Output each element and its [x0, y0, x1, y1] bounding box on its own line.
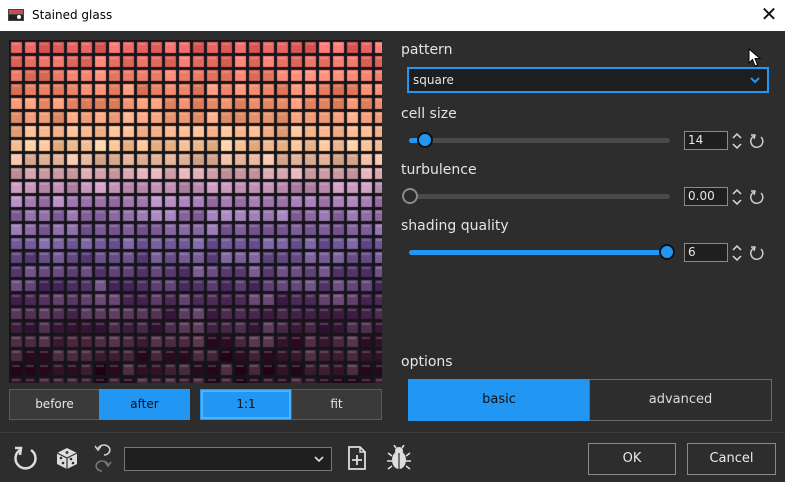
pattern-label: pattern	[401, 42, 453, 58]
shading-quality-label: shading quality	[401, 218, 509, 234]
ok-button[interactable]: OK	[588, 443, 676, 475]
cell-size-reset-icon[interactable]	[749, 133, 765, 149]
basic-tab[interactable]: basic	[408, 379, 590, 421]
turbulence-slider-thumb[interactable]	[402, 188, 418, 204]
undo-icon[interactable]	[94, 443, 112, 457]
cell-size-input[interactable]: 14	[684, 131, 728, 150]
turbulence-slider[interactable]	[402, 188, 670, 204]
zoom-fit-toggle[interactable]: fit	[291, 389, 382, 420]
shading-quality-stepper-icon[interactable]	[731, 243, 743, 263]
app-icon	[8, 9, 24, 21]
close-icon[interactable]: ✕	[755, 2, 783, 28]
redo-icon[interactable]	[94, 459, 112, 473]
turbulence-reset-icon[interactable]	[749, 189, 765, 205]
before-toggle[interactable]: before	[9, 389, 100, 420]
pattern-value: square	[413, 73, 454, 87]
turbulence-label: turbulence	[401, 162, 477, 178]
chevron-down-icon	[750, 77, 760, 84]
chevron-down-icon	[314, 456, 324, 463]
turbulence-stepper-icon[interactable]	[731, 187, 743, 207]
reset-icon[interactable]	[12, 445, 38, 471]
shading-quality-slider-thumb[interactable]	[659, 244, 675, 260]
after-toggle[interactable]: after	[99, 389, 190, 420]
cancel-button[interactable]: Cancel	[687, 443, 776, 475]
cell-size-slider-thumb[interactable]	[417, 132, 433, 148]
bug-icon[interactable]	[386, 445, 412, 471]
pattern-select[interactable]: square	[407, 67, 769, 93]
dialog-body: before after 1:1 fit pattern square cell…	[0, 31, 785, 482]
window-title: Stained glass	[32, 8, 113, 22]
image-preview[interactable]	[9, 40, 382, 383]
bottom-toolbar: OK Cancel	[0, 432, 785, 482]
shading-quality-slider[interactable]	[409, 244, 675, 260]
advanced-tab[interactable]: advanced	[589, 379, 772, 421]
mouse-cursor-icon	[748, 48, 762, 67]
title-bar: Stained glass ✕	[0, 0, 785, 31]
cell-size-slider[interactable]	[409, 132, 670, 148]
dice-icon[interactable]	[54, 445, 80, 471]
add-preset-icon[interactable]	[346, 445, 368, 471]
options-label: options	[401, 354, 453, 370]
preset-select[interactable]	[124, 447, 332, 471]
zoom-1-1-toggle[interactable]: 1:1	[200, 389, 292, 420]
shading-quality-slider-fill	[409, 250, 667, 255]
cell-size-label: cell size	[401, 106, 457, 122]
shading-quality-input[interactable]: 6	[684, 243, 728, 262]
turbulence-input[interactable]: 0.00	[684, 187, 728, 206]
shading-quality-reset-icon[interactable]	[749, 245, 765, 261]
cell-size-stepper-icon[interactable]	[731, 131, 743, 151]
